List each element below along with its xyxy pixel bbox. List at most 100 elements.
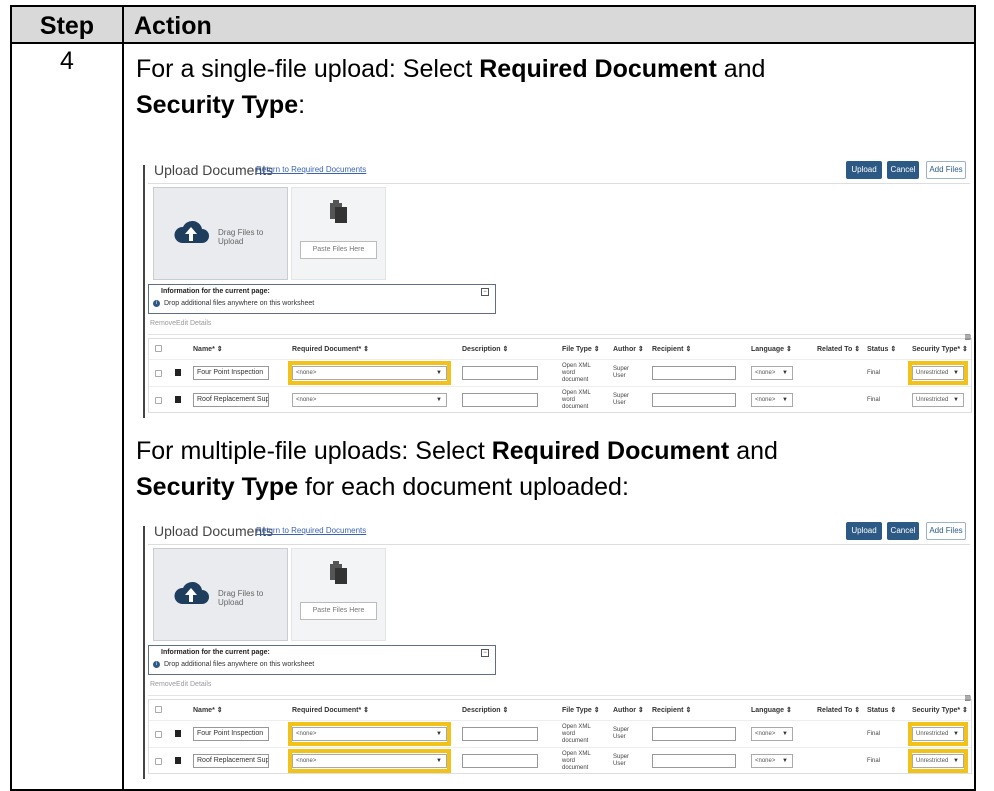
drop-zone[interactable]: Drag Files to Upload: [153, 548, 288, 641]
caption-text: and: [716, 55, 766, 83]
status-cell: Final: [867, 758, 881, 764]
col-recipient[interactable]: Recipient ⇕: [652, 706, 691, 714]
file-type-line: document: [562, 377, 589, 383]
name-input[interactable]: Four Point Inspection: [193, 727, 269, 741]
paste-area[interactable]: Paste Files Here: [291, 187, 386, 280]
col-related-to[interactable]: Related To ⇕: [817, 706, 860, 714]
upload-screenshot-single: Upload Documents Return to Required Docu…: [134, 156, 974, 418]
col-language[interactable]: Language ⇕: [751, 706, 792, 714]
documents-grid: ▥ Name* ⇕ Required Document* ⇕ Descripti…: [148, 695, 972, 774]
info-panel: Information for the current page: i Drop…: [148, 645, 496, 675]
recipient-input[interactable]: [652, 366, 736, 380]
column-menu-icon[interactable]: ▥: [964, 333, 971, 341]
collapse-icon[interactable]: −: [481, 649, 489, 657]
status-cell: Final: [867, 397, 881, 403]
col-related-to[interactable]: Related To ⇕: [817, 345, 860, 353]
description-input[interactable]: [462, 727, 538, 741]
col-file-type[interactable]: File Type ⇕: [562, 345, 600, 353]
paste-files-button[interactable]: Paste Files Here: [300, 602, 377, 620]
row-checkbox[interactable]: [155, 397, 162, 404]
upload-button[interactable]: Upload: [846, 522, 882, 540]
cancel-button[interactable]: Cancel: [887, 161, 919, 179]
recipient-input[interactable]: [652, 393, 736, 407]
name-input[interactable]: Roof Replacement Support: [193, 754, 269, 768]
drop-text: Drag Files to Upload: [218, 228, 264, 246]
select-value: <none>: [755, 397, 776, 403]
add-files-button[interactable]: Add Files: [926, 522, 966, 540]
remove-button[interactable]: Remove: [150, 681, 176, 688]
file-type-line: word: [562, 731, 576, 737]
col-security-type[interactable]: Security Type* ⇕: [912, 706, 968, 714]
col-file-type[interactable]: File Type ⇕: [562, 706, 600, 714]
col-description[interactable]: Description ⇕: [462, 706, 508, 714]
remove-button[interactable]: Remove: [150, 320, 176, 327]
cancel-button[interactable]: Cancel: [887, 522, 919, 540]
row-checkbox[interactable]: [155, 731, 162, 738]
col-name[interactable]: Name* ⇕: [193, 706, 223, 714]
description-input[interactable]: [462, 366, 538, 380]
col-required-document[interactable]: Required Document* ⇕: [292, 345, 369, 353]
file-type-line: document: [562, 765, 589, 771]
upload-button[interactable]: Upload: [846, 161, 882, 179]
documents-icon: [330, 561, 347, 584]
document-icon: [175, 369, 181, 376]
header-divider: [148, 544, 970, 545]
col-description[interactable]: Description ⇕: [462, 345, 508, 353]
author-cell: Super User: [613, 393, 629, 407]
col-author[interactable]: Author ⇕: [613, 345, 644, 353]
language-select[interactable]: <none> ▼: [751, 366, 793, 380]
drop-text: Drag Files to Upload: [218, 589, 264, 607]
name-input[interactable]: Four Point Inspection: [193, 366, 269, 380]
highlight-required-document: [288, 361, 451, 385]
info-title: Information for the current page:: [161, 288, 270, 295]
edit-details-button[interactable]: Edit Details: [176, 681, 211, 688]
paste-area[interactable]: Paste Files Here: [291, 548, 386, 641]
language-select[interactable]: <none> ▼: [751, 727, 793, 741]
language-select[interactable]: <none> ▼: [751, 754, 793, 768]
select-all-checkbox[interactable]: [155, 345, 162, 352]
col-required-document[interactable]: Required Document* ⇕: [292, 706, 369, 714]
caption-text: For multiple-file uploads: Select: [136, 437, 492, 465]
status-cell: Final: [867, 370, 881, 376]
row-checkbox[interactable]: [155, 370, 162, 377]
return-link[interactable]: Return to Required Documents: [256, 165, 366, 174]
collapse-icon[interactable]: −: [481, 288, 489, 296]
drop-zone[interactable]: Drag Files to Upload: [153, 187, 288, 280]
name-input[interactable]: Roof Replacement Support: [193, 393, 269, 407]
author-line: User: [613, 734, 626, 740]
chevron-down-icon: ▼: [782, 758, 788, 764]
col-name[interactable]: Name* ⇕: [193, 345, 223, 353]
recipient-input[interactable]: [652, 727, 736, 741]
language-select[interactable]: <none> ▼: [751, 393, 793, 407]
documents-grid: ▥ Name* ⇕ Required Document* ⇕ Descripti…: [148, 334, 972, 413]
caption-text: :: [298, 91, 306, 119]
caption-bold: Security Type: [136, 91, 299, 119]
return-link[interactable]: Return to Required Documents: [256, 526, 366, 535]
column-menu-icon[interactable]: ▥: [964, 694, 971, 702]
caption-text: For a single-file upload: Select: [136, 55, 480, 83]
select-value: <none>: [755, 758, 776, 764]
select-all-checkbox[interactable]: [155, 706, 162, 713]
select-value: Unrestricted: [916, 397, 949, 403]
description-input[interactable]: [462, 754, 538, 768]
highlight-security-type: [908, 749, 968, 773]
description-input[interactable]: [462, 393, 538, 407]
col-language[interactable]: Language ⇕: [751, 345, 792, 353]
col-status[interactable]: Status ⇕: [867, 706, 896, 714]
edit-details-button[interactable]: Edit Details: [176, 320, 211, 327]
paste-files-button[interactable]: Paste Files Here: [300, 241, 377, 259]
row-divider: [149, 386, 971, 387]
file-type-line: word: [562, 758, 576, 764]
col-status[interactable]: Status ⇕: [867, 345, 896, 353]
file-type-line: Open XML: [562, 724, 591, 730]
recipient-input[interactable]: [652, 754, 736, 768]
required-document-select[interactable]: <none> ▼: [292, 393, 447, 407]
add-files-button[interactable]: Add Files: [926, 161, 966, 179]
highlight-security-type: [908, 722, 968, 746]
security-type-select[interactable]: Unrestricted ▼: [912, 393, 964, 407]
col-author[interactable]: Author ⇕: [613, 706, 644, 714]
row-checkbox[interactable]: [155, 758, 162, 765]
file-type-line: document: [562, 404, 589, 410]
col-recipient[interactable]: Recipient ⇕: [652, 345, 691, 353]
col-security-type[interactable]: Security Type* ⇕: [912, 345, 968, 353]
